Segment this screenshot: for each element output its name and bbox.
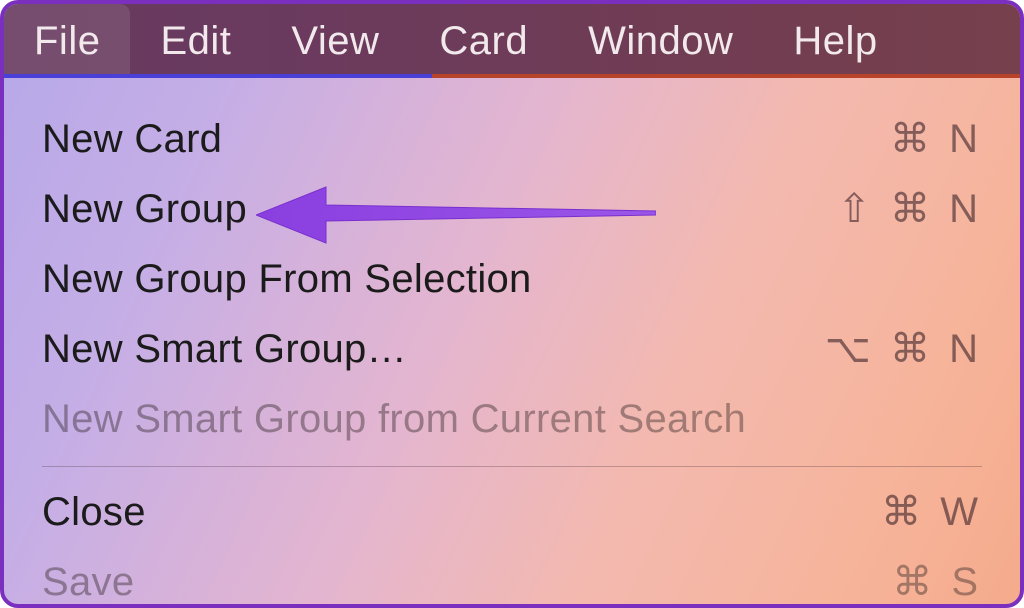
- menuitem-new-smart-group-search: New Smart Group from Current Search: [8, 384, 1016, 454]
- menuitem-save-shortcut: ⌘ S: [892, 559, 982, 605]
- menu-view[interactable]: View: [261, 4, 409, 78]
- menuitem-new-card-label: New Card: [42, 117, 222, 162]
- dropdown-separator: [42, 466, 982, 467]
- menu-file-label: File: [34, 19, 100, 64]
- menuitem-new-group[interactable]: New Group ⇧ ⌘ N: [8, 174, 1016, 244]
- menuitem-new-smart-group[interactable]: New Smart Group… ⌥ ⌘ N: [8, 314, 1016, 384]
- menuitem-new-card[interactable]: New Card ⌘ N: [8, 104, 1016, 174]
- menu-help-label: Help: [793, 19, 877, 64]
- menuitem-new-smart-group-shortcut: ⌥ ⌘ N: [825, 326, 982, 372]
- menu-edit-label: Edit: [160, 19, 231, 64]
- menu-window-label: Window: [588, 19, 733, 64]
- menu-file[interactable]: File: [4, 4, 130, 78]
- menuitem-new-smart-group-label: New Smart Group…: [42, 327, 407, 372]
- menu-view-label: View: [291, 19, 379, 64]
- menuitem-close-label: Close: [42, 490, 146, 535]
- menubar-underline: [4, 74, 1020, 78]
- menubar: File Edit View Card Window Help: [4, 4, 1020, 78]
- menuitem-close[interactable]: Close ⌘ W: [8, 477, 1016, 547]
- menuitem-save: Save ⌘ S: [8, 547, 1016, 608]
- menuitem-new-group-selection[interactable]: New Group From Selection: [8, 244, 1016, 314]
- file-dropdown: New Card ⌘ N New Group ⇧ ⌘ N New Group F…: [8, 82, 1016, 600]
- app-window: File Edit View Card Window Help New Card…: [0, 0, 1024, 608]
- menuitem-new-smart-group-search-label: New Smart Group from Current Search: [42, 397, 746, 442]
- menu-card[interactable]: Card: [409, 4, 558, 78]
- menu-help[interactable]: Help: [763, 4, 907, 78]
- menuitem-new-group-selection-label: New Group From Selection: [42, 257, 532, 302]
- menu-edit[interactable]: Edit: [130, 4, 261, 78]
- menuitem-close-shortcut: ⌘ W: [881, 489, 982, 535]
- menuitem-new-group-shortcut: ⇧ ⌘ N: [837, 186, 982, 232]
- menuitem-new-card-shortcut: ⌘ N: [890, 116, 982, 162]
- menu-card-label: Card: [439, 19, 528, 64]
- menuitem-save-label: Save: [42, 560, 134, 605]
- menu-window[interactable]: Window: [558, 4, 763, 78]
- menuitem-new-group-label: New Group: [42, 187, 247, 232]
